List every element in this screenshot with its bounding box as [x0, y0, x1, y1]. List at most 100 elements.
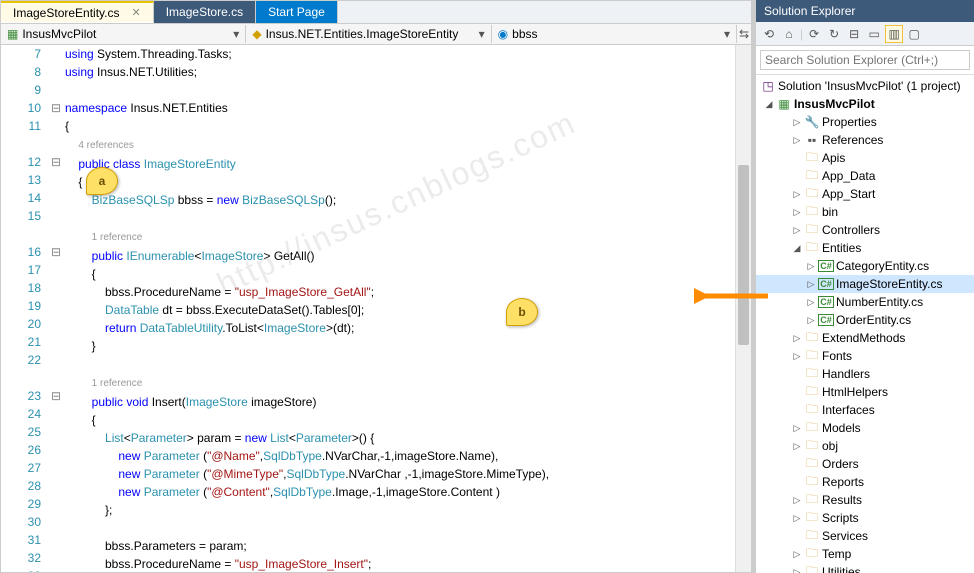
- tree-item-scripts[interactable]: ▷🗀Scripts: [756, 509, 974, 527]
- tree-item-extendmethods[interactable]: ▷🗀ExtendMethods: [756, 329, 974, 347]
- code-area[interactable]: 7891011 12131415 16171819202122 23242526…: [1, 45, 751, 572]
- chevron-icon[interactable]: ▷: [792, 567, 802, 573]
- show-all-icon[interactable]: ▭: [865, 25, 883, 43]
- tree-item-entities[interactable]: ◢🗀Entities: [756, 239, 974, 257]
- chevron-icon[interactable]: ▷: [792, 225, 802, 236]
- chevron-icon[interactable]: [792, 369, 802, 379]
- scrollbar-thumb[interactable]: [738, 165, 749, 345]
- tree-item-temp[interactable]: ▷🗀Temp: [756, 545, 974, 563]
- tree-item-apis[interactable]: 🗀Apis: [756, 149, 974, 167]
- tree-item-controllers[interactable]: ▷🗀Controllers: [756, 221, 974, 239]
- tree-item-orders[interactable]: 🗀Orders: [756, 455, 974, 473]
- tree-item-references[interactable]: ▷▪▪References: [756, 131, 974, 149]
- tree-item-label: App_Data: [822, 169, 875, 183]
- wrench-icon: 🔧: [804, 115, 820, 129]
- chevron-icon[interactable]: ◢: [792, 243, 802, 254]
- refresh-icon[interactable]: ↻: [825, 25, 843, 43]
- tree-item-label: HtmlHelpers: [822, 385, 888, 399]
- nav-bar: ▦ InsusMvcPilot ▾ ◆ Insus.NET.Entities.I…: [1, 23, 751, 45]
- tree-item-obj[interactable]: ▷🗀obj: [756, 437, 974, 455]
- solution-toolbar: ⟲ ⌂ | ⟳ ↻ ⊟ ▭ ▥ ▢: [756, 22, 974, 46]
- solution-root[interactable]: ◳ Solution 'InsusMvcPilot' (1 project): [756, 77, 974, 95]
- tree-item-app_start[interactable]: ▷🗀App_Start: [756, 185, 974, 203]
- editor-tabs: ImageStoreEntity.cs✕ImageStore.csStart P…: [1, 1, 751, 23]
- nav-member[interactable]: ◉ bbss ▾: [492, 25, 737, 43]
- tree-item-orderentity-cs[interactable]: ▷C#OrderEntity.cs: [756, 311, 974, 329]
- chevron-icon[interactable]: [792, 531, 802, 541]
- tree-item-models[interactable]: ▷🗀Models: [756, 419, 974, 437]
- tree-item-label: Utilities: [822, 565, 861, 573]
- tree-item-label: obj: [822, 439, 838, 453]
- chevron-icon[interactable]: [792, 171, 802, 181]
- tree-item-label: ExtendMethods: [822, 331, 905, 345]
- tree-item-label: CategoryEntity.cs: [836, 259, 929, 273]
- tree-item-fonts[interactable]: ▷🗀Fonts: [756, 347, 974, 365]
- tree-item-label: bin: [822, 205, 838, 219]
- tab-imagestoreentity-cs[interactable]: ImageStoreEntity.cs✕: [1, 1, 154, 23]
- solution-search-input[interactable]: [760, 50, 970, 70]
- chevron-icon[interactable]: [792, 405, 802, 415]
- tree-item-label: Scripts: [822, 511, 859, 525]
- chevron-icon[interactable]: ▷: [806, 261, 816, 272]
- chevron-icon[interactable]: [792, 477, 802, 487]
- tree-item-interfaces[interactable]: 🗀Interfaces: [756, 401, 974, 419]
- tree-item-categoryentity-cs[interactable]: ▷C#CategoryEntity.cs: [756, 257, 974, 275]
- chevron-icon[interactable]: ▷: [792, 549, 802, 560]
- tree-item-imagestoreentity-cs[interactable]: ▷C#ImageStoreEntity.cs: [756, 275, 974, 293]
- chevron-icon[interactable]: ▷: [792, 351, 802, 362]
- chevron-icon[interactable]: ▷: [792, 117, 802, 128]
- chevron-icon[interactable]: ▷: [792, 495, 802, 506]
- chevron-icon[interactable]: ▷: [792, 189, 802, 200]
- tree-item-reports[interactable]: 🗀Reports: [756, 473, 974, 491]
- back-icon[interactable]: ⟲: [760, 25, 778, 43]
- chevron-icon[interactable]: ▷: [792, 135, 802, 146]
- home-icon[interactable]: ⌂: [780, 25, 798, 43]
- tree-item-bin[interactable]: ▷🗀bin: [756, 203, 974, 221]
- preview-icon[interactable]: ▢: [905, 25, 923, 43]
- tree-item-label: Results: [822, 493, 862, 507]
- sync-icon[interactable]: ⟳: [805, 25, 823, 43]
- chevron-icon[interactable]: [792, 459, 802, 469]
- tree-item-label: ImageStoreEntity.cs: [836, 277, 943, 291]
- tab-imagestore-cs[interactable]: ImageStore.cs: [154, 1, 256, 23]
- solution-root-label: Solution 'InsusMvcPilot' (1 project): [778, 79, 961, 93]
- chevron-icon[interactable]: ▷: [806, 297, 816, 308]
- chevron-icon[interactable]: ▷: [806, 279, 816, 290]
- tree-item-handlers[interactable]: 🗀Handlers: [756, 365, 974, 383]
- tab-start-page[interactable]: Start Page: [256, 1, 338, 23]
- tree-item-label: OrderEntity.cs: [836, 313, 911, 327]
- chevron-icon[interactable]: ▷: [792, 207, 802, 218]
- tree-item-label: Controllers: [822, 223, 880, 237]
- chevron-icon[interactable]: [792, 387, 802, 397]
- nav-type[interactable]: ◆ Insus.NET.Entities.ImageStoreEntity ▾: [246, 25, 491, 43]
- cs-file-icon: C#: [818, 260, 834, 272]
- code-text[interactable]: using System.Threading.Tasks;using Insus…: [63, 45, 735, 572]
- nav-project[interactable]: ▦ InsusMvcPilot ▾: [1, 25, 246, 43]
- nav-split-icon[interactable]: ⇆: [737, 27, 751, 41]
- collapse-icon[interactable]: ⊟: [845, 25, 863, 43]
- tree-item-label: Handlers: [822, 367, 870, 381]
- tree-item-label: References: [822, 133, 883, 147]
- solution-tree[interactable]: ◳ Solution 'InsusMvcPilot' (1 project) ◢…: [756, 75, 974, 573]
- tree-item-services[interactable]: 🗀Services: [756, 527, 974, 545]
- tree-item-results[interactable]: ▷🗀Results: [756, 491, 974, 509]
- tree-item-properties[interactable]: ▷🔧Properties: [756, 113, 974, 131]
- tree-item-app_data[interactable]: 🗀App_Data: [756, 167, 974, 185]
- chevron-icon[interactable]: ▷: [792, 423, 802, 434]
- chevron-icon[interactable]: [792, 153, 802, 163]
- tree-item-numberentity-cs[interactable]: ▷C#NumberEntity.cs: [756, 293, 974, 311]
- tree-item-label: Models: [822, 421, 861, 435]
- chevron-down-icon[interactable]: ◢: [764, 99, 774, 110]
- properties-icon[interactable]: ▥: [885, 25, 903, 43]
- tree-item-label: Services: [822, 529, 868, 543]
- fold-column[interactable]: ⊟ ⊟ ⊟ ⊟: [49, 45, 63, 572]
- callout-b: b: [506, 298, 538, 326]
- chevron-icon[interactable]: ▷: [806, 315, 816, 326]
- tree-item-htmlhelpers[interactable]: 🗀HtmlHelpers: [756, 383, 974, 401]
- project-node[interactable]: ◢ ▦ InsusMvcPilot: [756, 95, 974, 113]
- chevron-icon[interactable]: ▷: [792, 513, 802, 524]
- close-icon[interactable]: ✕: [132, 6, 141, 19]
- chevron-icon[interactable]: ▷: [792, 333, 802, 344]
- chevron-icon[interactable]: ▷: [792, 441, 802, 452]
- tree-item-utilities[interactable]: ▷🗀Utilities: [756, 563, 974, 573]
